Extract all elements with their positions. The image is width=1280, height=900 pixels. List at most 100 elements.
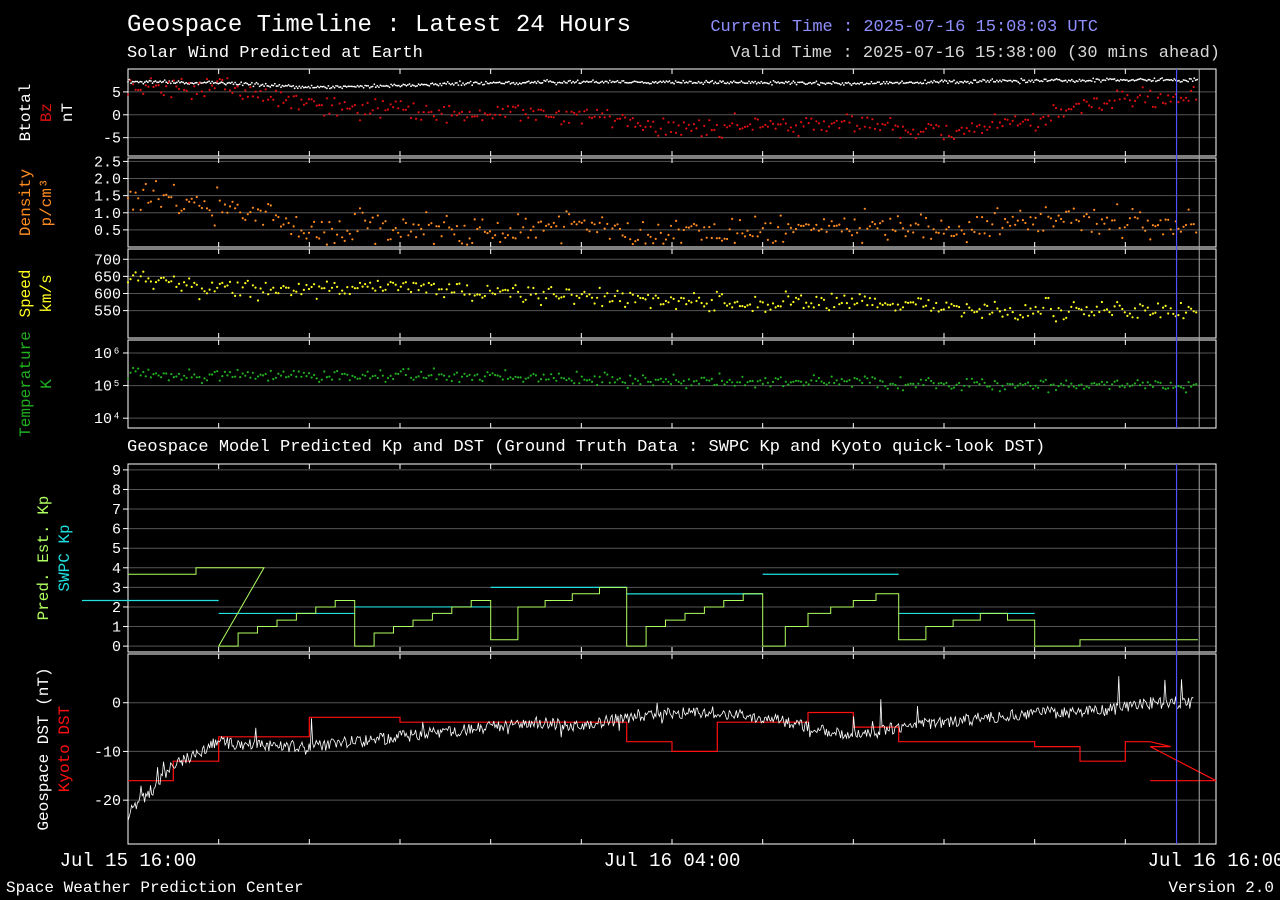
point-bz bbox=[621, 113, 624, 116]
point-temperature bbox=[443, 374, 446, 377]
point-btotal bbox=[627, 82, 630, 84]
point-bz bbox=[1075, 102, 1078, 105]
point-speed bbox=[152, 287, 155, 290]
point-density bbox=[596, 231, 599, 234]
point-density bbox=[154, 180, 158, 183]
point-speed bbox=[483, 294, 486, 298]
point-speed bbox=[162, 276, 165, 279]
point-bz bbox=[1167, 94, 1170, 97]
point-density bbox=[1098, 232, 1101, 235]
point-temperature bbox=[1182, 387, 1185, 390]
point-bz bbox=[647, 119, 650, 123]
point-btotal bbox=[246, 82, 249, 85]
point-btotal bbox=[273, 82, 276, 85]
point-bz bbox=[323, 114, 326, 117]
point-bz bbox=[366, 101, 369, 104]
point-bz bbox=[850, 115, 854, 118]
point-speed bbox=[415, 282, 418, 285]
point-bz bbox=[1154, 106, 1157, 109]
point-temperature bbox=[524, 377, 527, 380]
point-speed bbox=[879, 302, 882, 305]
point-density bbox=[190, 197, 193, 200]
point-btotal bbox=[1155, 80, 1157, 83]
point-bz bbox=[1095, 97, 1098, 100]
point-btotal bbox=[898, 82, 900, 85]
point-density bbox=[208, 209, 211, 212]
point-btotal bbox=[1098, 79, 1101, 81]
point-btotal bbox=[428, 85, 431, 87]
point-bz bbox=[175, 85, 178, 88]
point-bz bbox=[412, 102, 415, 105]
point-density bbox=[325, 243, 328, 246]
point-temperature bbox=[537, 380, 540, 383]
point-temperature bbox=[978, 383, 981, 386]
point-temperature bbox=[606, 373, 609, 376]
point-temperature bbox=[881, 380, 884, 383]
point-speed bbox=[1121, 307, 1124, 311]
point-btotal bbox=[1051, 78, 1053, 81]
point-speed bbox=[1172, 312, 1175, 315]
point-temperature bbox=[817, 377, 821, 380]
point-bz bbox=[774, 127, 777, 130]
point-density bbox=[603, 227, 606, 230]
point-btotal bbox=[1161, 77, 1163, 79]
point-temperature bbox=[407, 367, 410, 370]
point-bz bbox=[404, 108, 407, 111]
point-density bbox=[514, 237, 517, 240]
point-speed bbox=[277, 292, 280, 295]
point-temperature bbox=[221, 375, 224, 378]
point-temperature bbox=[664, 378, 668, 381]
point-speed bbox=[891, 302, 894, 305]
point-bz bbox=[351, 105, 354, 108]
point-density bbox=[613, 224, 617, 227]
point-temperature bbox=[529, 374, 532, 377]
point-bz bbox=[624, 116, 627, 119]
point-density bbox=[769, 222, 772, 225]
point-density bbox=[297, 235, 300, 238]
point-speed bbox=[710, 298, 713, 302]
point-temperature bbox=[937, 382, 940, 385]
point-btotal bbox=[324, 86, 327, 89]
point-speed bbox=[154, 281, 158, 284]
point-density bbox=[879, 222, 882, 225]
point-btotal bbox=[1074, 81, 1076, 84]
point-btotal bbox=[378, 86, 380, 88]
point-btotal bbox=[832, 80, 835, 83]
point-density bbox=[356, 230, 359, 233]
point-density bbox=[188, 200, 191, 203]
point-bz bbox=[545, 115, 548, 118]
point-density bbox=[374, 242, 377, 245]
point-btotal bbox=[546, 79, 548, 81]
point-bz bbox=[848, 121, 851, 124]
point-temperature bbox=[205, 379, 209, 382]
point-temperature bbox=[1080, 383, 1083, 386]
point-speed bbox=[805, 301, 808, 304]
point-speed bbox=[978, 308, 981, 311]
point-bz bbox=[1021, 120, 1024, 123]
point-btotal bbox=[1023, 79, 1026, 82]
point-temperature bbox=[1131, 384, 1134, 387]
point-btotal bbox=[806, 83, 809, 85]
point-speed bbox=[279, 286, 283, 290]
ytick-label-mag: 5 bbox=[112, 85, 121, 102]
point-bz bbox=[371, 109, 374, 112]
point-btotal bbox=[1046, 80, 1049, 83]
point-temperature bbox=[295, 375, 298, 378]
point-speed bbox=[172, 275, 175, 278]
point-btotal bbox=[393, 83, 396, 86]
point-speed bbox=[1108, 311, 1111, 314]
point-density bbox=[828, 224, 831, 227]
point-temperature bbox=[981, 378, 984, 381]
point-density bbox=[578, 220, 581, 223]
point-btotal bbox=[954, 82, 957, 85]
point-density bbox=[1182, 225, 1185, 228]
point-temperature bbox=[417, 375, 420, 378]
point-speed bbox=[287, 286, 290, 289]
point-speed bbox=[848, 306, 851, 310]
point-bz bbox=[644, 125, 647, 129]
point-temperature bbox=[542, 373, 545, 376]
point-bz bbox=[1072, 105, 1075, 108]
point-speed bbox=[501, 289, 504, 292]
point-speed bbox=[524, 298, 527, 301]
point-speed bbox=[779, 305, 782, 308]
